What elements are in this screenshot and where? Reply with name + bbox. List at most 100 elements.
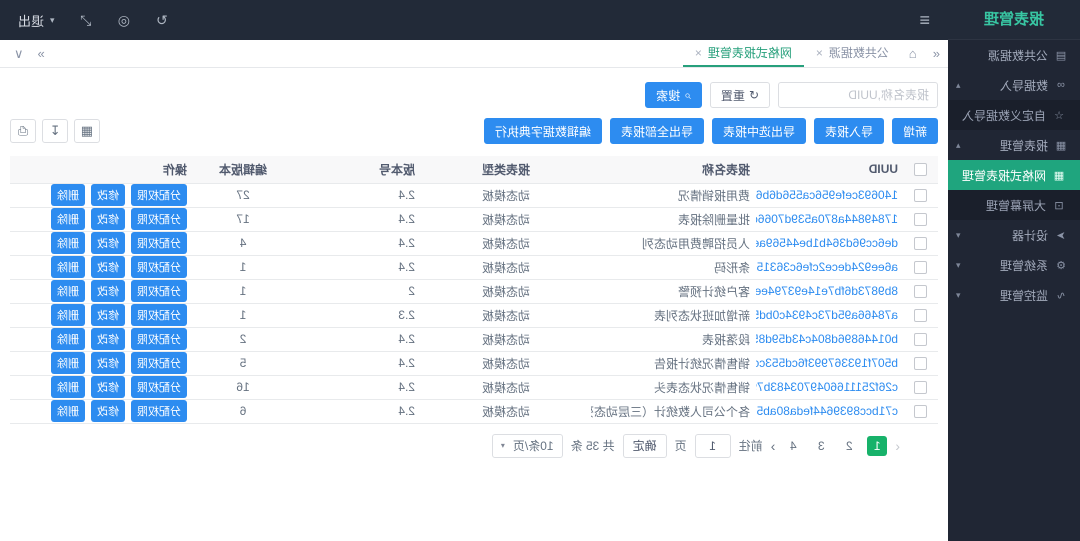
row-action-分配权限[interactable]: 分配权限 <box>131 328 187 350</box>
caret-down-icon: ▾ <box>956 260 961 271</box>
row-checkbox[interactable] <box>915 261 928 274</box>
page-number-1[interactable]: 1 <box>867 436 887 456</box>
sidebar-item-label: 设计器 <box>1012 227 1048 244</box>
collapse-menu-icon[interactable]: ≡ <box>919 10 930 31</box>
row-action-修改[interactable]: 修改 <box>91 352 125 374</box>
action-button-row: 新增导入报表导出选中报表导出全部报表编辑数据字典执行 ▦ ↧ ⎙ <box>10 118 938 144</box>
row-action-修改[interactable]: 修改 <box>91 328 125 350</box>
row-checkbox[interactable] <box>915 333 928 346</box>
row-action-删除[interactable]: 删除 <box>51 376 85 398</box>
action-button-编辑数据字典执行[interactable]: 编辑数据字典执行 <box>484 118 602 144</box>
print-icon[interactable]: ⎙ <box>10 119 36 143</box>
row-checkbox[interactable] <box>915 189 928 202</box>
row-action-分配权限[interactable]: 分配权限 <box>131 376 187 398</box>
tabs-scroll-right-icon[interactable]: » <box>38 46 45 61</box>
row-action-删除[interactable]: 删除 <box>51 280 85 302</box>
tabs-scroll-left-icon[interactable]: « <box>925 40 948 67</box>
main-area: ≡ ↻ ◎ ⤢ ▾ 退出 « ⌂ 公共数据源×网格式报表管理× » ∨ <box>0 0 948 541</box>
row-action-分配权限[interactable]: 分配权限 <box>131 304 187 326</box>
cell-edit-version: 27 <box>193 183 293 207</box>
fullscreen-icon[interactable]: ⤢ <box>81 12 92 29</box>
row-action-删除[interactable]: 删除 <box>51 256 85 278</box>
sidebar-item-网格式报表管理[interactable]: ▦网格式报表管理 <box>948 160 1080 190</box>
sidebar-item-报表管理[interactable]: ▦报表管理▴ <box>948 130 1080 160</box>
tabs-menu-chevron-icon[interactable]: ∨ <box>14 46 24 62</box>
table-row: 140693cefe956ca556d6b6662...费用报销情况动态模板2.… <box>10 183 938 207</box>
row-action-删除[interactable]: 删除 <box>51 328 85 350</box>
logout-dropdown[interactable]: ▾ 退出 <box>18 11 55 30</box>
search-button[interactable]: ⌕ 搜索 <box>645 82 702 108</box>
download-icon[interactable]: ↧ <box>42 119 68 143</box>
tab-公共数据源[interactable]: 公共数据源× <box>804 40 901 67</box>
table-row: b507f193367993f6cd553ccc22...销售情况统计报告动态模… <box>10 351 938 375</box>
row-checkbox[interactable] <box>915 237 928 250</box>
row-action-分配权限[interactable]: 分配权限 <box>131 208 187 230</box>
row-action-删除[interactable]: 删除 <box>51 232 85 254</box>
row-action-删除[interactable]: 删除 <box>51 208 85 230</box>
row-checkbox[interactable] <box>915 381 928 394</box>
row-action-修改[interactable]: 修改 <box>91 208 125 230</box>
sidebar-item-监控管理[interactable]: ∿监控管理▾ <box>948 280 1080 310</box>
cell-uuid: c71bcc8939644feda80ab52ee0... <box>756 399 904 423</box>
cell-report-name: 段落报表 <box>591 327 756 351</box>
action-button-导出全部报表[interactable]: 导出全部报表 <box>610 118 704 144</box>
row-checkbox[interactable] <box>915 285 928 298</box>
row-action-分配权限[interactable]: 分配权限 <box>131 352 187 374</box>
sidebar-item-自定义数据导入[interactable]: ☆自定义数据导入 <box>948 100 1080 130</box>
home-icon[interactable]: ⌂ <box>901 40 925 67</box>
cell-edit-version: 1 <box>193 279 293 303</box>
select-all-checkbox[interactable] <box>915 163 928 176</box>
tab-网格式报表管理[interactable]: 网格式报表管理× <box>683 40 804 67</box>
page-number-4[interactable]: 4 <box>783 436 803 456</box>
row-action-分配权限[interactable]: 分配权限 <box>131 280 187 302</box>
row-action-删除[interactable]: 删除 <box>51 304 85 326</box>
table-row: a78466a95d73c4934c0bd5d11...新增加班状态列表动态模板… <box>10 303 938 327</box>
page-size-select[interactable]: 10条/页 ▾ <box>492 434 563 458</box>
row-checkbox[interactable] <box>915 309 928 322</box>
row-action-分配权限[interactable]: 分配权限 <box>131 256 187 278</box>
page-number-2[interactable]: 2 <box>839 436 859 456</box>
sidebar-item-数据导入[interactable]: ∞数据导入▴ <box>948 70 1080 100</box>
row-action-修改[interactable]: 修改 <box>91 304 125 326</box>
refresh-icon[interactable]: ↻ <box>156 12 168 29</box>
pagination: ‹ 1234 › 前往 页 确定 共 35 条 10条/页 ▾ <box>10 434 900 458</box>
confirm-button[interactable]: 确定 <box>623 434 667 458</box>
goto-page-input[interactable] <box>695 434 731 458</box>
cell-version: 2.4 <box>293 207 421 231</box>
row-action-修改[interactable]: 修改 <box>91 376 125 398</box>
row-action-修改[interactable]: 修改 <box>91 400 125 422</box>
row-checkbox[interactable] <box>915 213 928 226</box>
caret-down-icon: ▾ <box>956 230 961 241</box>
row-action-删除[interactable]: 删除 <box>51 352 85 374</box>
sidebar-item-设计器[interactable]: ➤设计器▾ <box>948 220 1080 250</box>
page-number-3[interactable]: 3 <box>811 436 831 456</box>
sidebar-item-大屏幕管理[interactable]: ⊡大屏幕管理 <box>948 190 1080 220</box>
sidebar-item-label: 数据导入 <box>1000 77 1048 94</box>
action-button-导出选中报表[interactable]: 导出选中报表 <box>712 118 806 144</box>
column-setting-icon[interactable]: ▦ <box>74 119 100 143</box>
row-action-删除[interactable]: 删除 <box>51 400 85 422</box>
row-action-分配权限[interactable]: 分配权限 <box>131 184 187 206</box>
next-page-icon[interactable]: › <box>771 438 776 454</box>
search-input[interactable] <box>778 82 938 108</box>
row-action-分配权限[interactable]: 分配权限 <box>131 232 187 254</box>
prev-page-icon[interactable]: ‹ <box>895 438 900 454</box>
action-button-新增[interactable]: 新增 <box>892 118 938 144</box>
row-action-分配权限[interactable]: 分配权限 <box>131 400 187 422</box>
table-row: c26f2511166049703483b7915...销售情况状态表头动态模板… <box>10 375 938 399</box>
row-checkbox[interactable] <box>915 357 928 370</box>
reset-button[interactable]: ↺ 重置 <box>710 82 770 108</box>
cell-edit-version: 1 <box>193 255 293 279</box>
row-action-修改[interactable]: 修改 <box>91 256 125 278</box>
row-action-修改[interactable]: 修改 <box>91 280 125 302</box>
row-checkbox[interactable] <box>915 405 928 418</box>
sidebar-item-公共数据源[interactable]: ▤公共数据源 <box>948 40 1080 70</box>
row-action-删除[interactable]: 删除 <box>51 184 85 206</box>
sidebar-item-系统管理[interactable]: ⚙系统管理▾ <box>948 250 1080 280</box>
close-icon[interactable]: × <box>816 46 823 60</box>
row-action-修改[interactable]: 修改 <box>91 184 125 206</box>
row-action-修改[interactable]: 修改 <box>91 232 125 254</box>
close-icon[interactable]: × <box>695 46 702 60</box>
lock-icon[interactable]: ◎ <box>118 12 130 29</box>
action-button-导入报表[interactable]: 导入报表 <box>814 118 884 144</box>
